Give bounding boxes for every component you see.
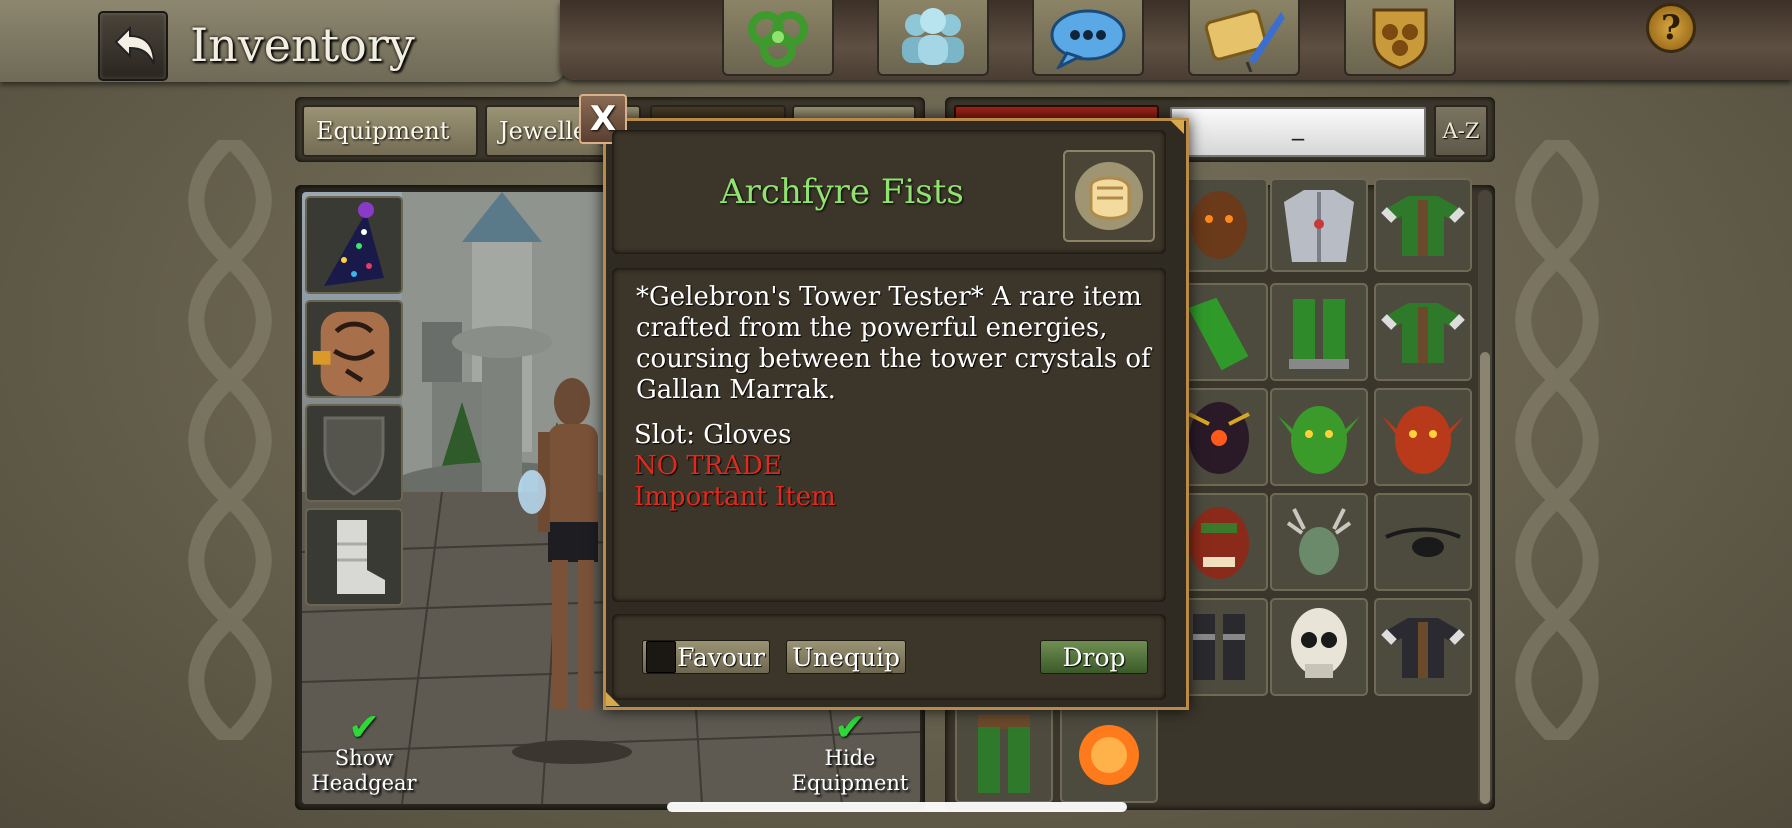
inventory-item[interactable] (1374, 388, 1472, 486)
checkmark-icon: ✔ (348, 705, 380, 749)
skull-mask-icon (1291, 608, 1347, 678)
inventory-item[interactable] (1374, 598, 1472, 696)
back-arrow-icon (114, 25, 155, 65)
slot-shield[interactable] (305, 404, 403, 502)
inventory-item[interactable] (1374, 283, 1472, 381)
black-eyepatch-icon (1385, 527, 1461, 557)
inventory-item[interactable] (1270, 493, 1368, 591)
inventory-item[interactable] (1270, 598, 1368, 696)
checkmark-icon: ✔ (834, 705, 866, 749)
green-goblin-mask-icon (1278, 406, 1360, 474)
triskelion-icon (748, 11, 808, 67)
no-trade-flag: NO TRADE (634, 451, 782, 481)
dark-boots-icon (1193, 614, 1245, 680)
inventory-item[interactable] (1374, 178, 1472, 272)
inventory-item[interactable] (955, 705, 1053, 803)
silver-armor-icon (1284, 190, 1354, 262)
hide-equipment-toggle[interactable]: ✔ Hide Equipment (780, 708, 920, 796)
nav-button-party[interactable] (877, 0, 989, 76)
celtic-knot-right (1515, 140, 1599, 740)
hide-equipment-label: Hide Equipment (791, 746, 909, 795)
fire-fist-icon (1079, 725, 1139, 785)
item-slot-line: Slot: Gloves (634, 420, 792, 450)
equipment-slots (305, 196, 407, 616)
item-description: *Gelebron's Tower Tester* A rare item cr… (636, 282, 1151, 405)
nav-button-quests[interactable] (1188, 0, 1300, 76)
inventory-item[interactable] (1374, 493, 1472, 591)
slot-boots[interactable] (305, 508, 403, 606)
item-name: Archfyre Fists (720, 172, 964, 212)
inventory-item[interactable] (1270, 178, 1368, 272)
search-input[interactable]: _ (1170, 107, 1426, 157)
nav-button-guild[interactable] (1344, 0, 1456, 76)
green-pants-icon (978, 715, 1030, 793)
party-icon (902, 8, 964, 65)
orc-mask-icon (1189, 507, 1249, 579)
tab-equipment[interactable]: Equipment (302, 105, 478, 157)
green-tunic-icon (1381, 303, 1465, 363)
show-headgear-label: Show Headgear (311, 746, 417, 795)
home-indicator[interactable] (667, 802, 1127, 812)
favour-checkbox[interactable] (646, 641, 676, 673)
inventory-item[interactable] (1270, 388, 1368, 486)
slot-headgear[interactable] (305, 196, 403, 294)
celtic-knot-left (188, 140, 272, 740)
red-goblin-mask-icon (1382, 406, 1464, 474)
shield-slot-icon (323, 416, 385, 496)
inventory-item[interactable] (1060, 705, 1158, 803)
sort-az-button[interactable]: A-Z (1434, 105, 1488, 157)
drop-button[interactable]: Drop (1040, 640, 1148, 674)
antler-helm-icon (1286, 508, 1352, 575)
slot-chest[interactable] (305, 300, 403, 398)
glowing-fist-icon (1075, 162, 1143, 230)
item-icon-frame (1063, 150, 1155, 242)
page-title: Inventory (190, 18, 415, 72)
dark-mask-icon (1188, 402, 1250, 474)
favour-label: Favour (677, 642, 765, 672)
green-tunic-icon (1381, 196, 1465, 256)
dark-tunic-icon (1381, 618, 1465, 678)
help-button[interactable]: ? (1646, 3, 1696, 53)
boot-slot-icon (337, 520, 385, 594)
inventory-item[interactable] (1270, 283, 1368, 381)
corner-ornament-icon (1170, 120, 1184, 134)
nav-button-skills[interactable] (722, 0, 834, 76)
scrollbar-thumb[interactable] (1480, 352, 1490, 804)
beast-mask-icon (1191, 191, 1247, 259)
party-hat-icon (324, 202, 384, 286)
tattooed-chest-icon (312, 311, 390, 396)
important-item-flag: Important Item (634, 482, 836, 512)
quest-scroll-icon (1204, 9, 1285, 72)
green-gloves-icon (1188, 297, 1249, 371)
unequip-button[interactable]: Unequip (786, 640, 906, 674)
nav-button-chat[interactable] (1032, 0, 1144, 76)
guild-crest-icon (1372, 8, 1428, 70)
green-leggings-icon (1289, 299, 1349, 369)
back-button[interactable] (98, 11, 168, 81)
chat-icon (1050, 9, 1126, 69)
show-headgear-toggle[interactable]: ✔ Show Headgear (304, 708, 424, 796)
